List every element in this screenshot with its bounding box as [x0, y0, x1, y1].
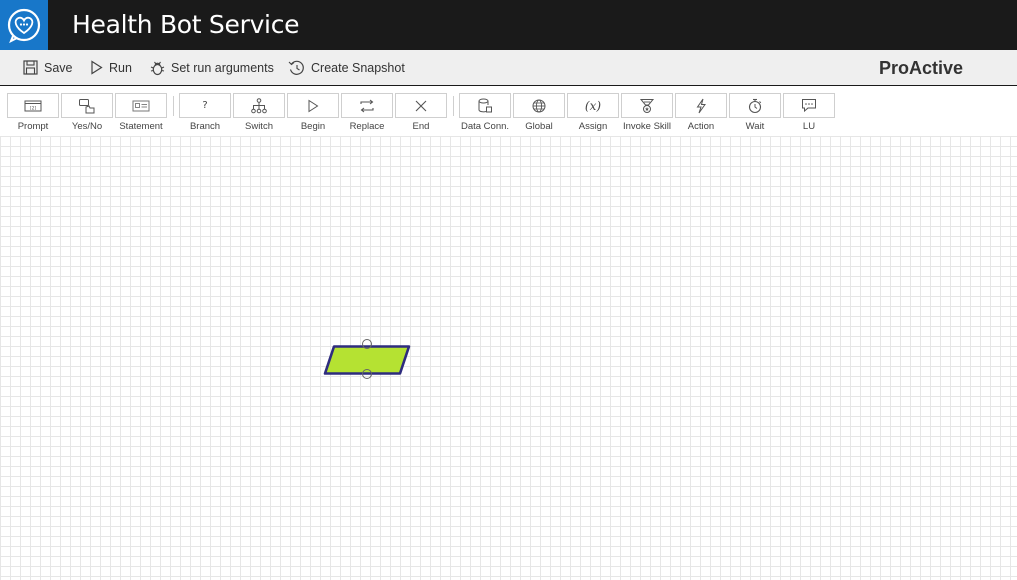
bug-icon — [150, 61, 165, 75]
tool-begin-box — [287, 93, 339, 118]
tool-begin[interactable]: Begin — [287, 93, 339, 132]
tool-statement-box — [115, 93, 167, 118]
lu-icon — [802, 99, 816, 113]
prompt-icon: [2] — [24, 100, 42, 111]
assign-icon: (x) — [584, 98, 602, 113]
run-label: Run — [109, 60, 132, 75]
statement-icon — [132, 100, 150, 111]
tool-yes-no[interactable]: Yes/No — [61, 93, 113, 132]
svg-text:[2]: [2] — [30, 105, 37, 111]
tool-prompt[interactable]: [2] Prompt — [7, 93, 59, 132]
tool-data-connection-box — [459, 93, 511, 118]
flow-node[interactable] — [322, 338, 412, 382]
tool-switch-box — [233, 93, 285, 118]
tool-label: Replace — [349, 121, 385, 132]
tool-global-box — [513, 93, 565, 118]
branch-icon: ? — [202, 100, 208, 111]
heart-chat-icon — [7, 8, 41, 44]
tool-assign[interactable]: (x) Assign — [567, 93, 619, 132]
toolbox-divider — [173, 96, 174, 116]
global-icon — [532, 99, 546, 112]
tool-label: Yes/No — [71, 121, 103, 132]
tool-label: Invoke Skill — [622, 121, 672, 132]
invoke-skill-icon — [639, 98, 655, 113]
begin-icon — [308, 99, 319, 112]
tool-label: Data Conn. — [460, 121, 510, 132]
tool-end[interactable]: End — [395, 93, 447, 132]
tool-lu-box — [783, 93, 835, 118]
tool-label: Action — [687, 121, 715, 132]
snapshot-history-icon — [288, 60, 304, 75]
toolbox-divider — [453, 96, 454, 116]
replace-icon — [360, 99, 374, 112]
tool-label: End — [412, 121, 430, 132]
tool-end-box — [395, 93, 447, 118]
set-run-arguments-label: Set run arguments — [171, 60, 274, 75]
switch-icon — [251, 97, 267, 113]
tool-label: Wait — [745, 121, 765, 132]
tool-global[interactable]: Global — [513, 93, 565, 132]
tool-action[interactable]: Action — [675, 93, 727, 132]
yes-no-icon — [79, 98, 95, 113]
tool-branch[interactable]: ? Branch — [179, 93, 231, 132]
run-button[interactable]: Run — [90, 50, 132, 85]
app-header: Health Bot Service — [0, 0, 1017, 50]
tool-replace-box — [341, 93, 393, 118]
tool-prompt-box: [2] — [7, 93, 59, 118]
flow-name: ProActive — [878, 58, 963, 78]
tool-label: LU — [802, 121, 816, 132]
tool-label: Global — [525, 121, 553, 132]
set-run-arguments-button[interactable]: Set run arguments — [150, 50, 274, 85]
tool-label: Begin — [300, 121, 326, 132]
create-snapshot-button[interactable]: Create Snapshot — [288, 50, 405, 85]
toolbox: [2] Prompt Yes/No Statement ? Branch Swi… — [0, 86, 1017, 136]
tool-label: Assign — [578, 121, 608, 132]
tool-invoke-skill-box — [621, 93, 673, 118]
tool-wait[interactable]: Wait — [729, 93, 781, 132]
tool-action-box — [675, 93, 727, 118]
tool-switch[interactable]: Switch — [233, 93, 285, 132]
save-label: Save — [44, 60, 73, 75]
tool-label: Switch — [245, 121, 273, 132]
data-connection-icon — [478, 98, 492, 112]
tool-branch-box: ? — [179, 93, 231, 118]
tool-statement[interactable]: Statement — [115, 93, 167, 132]
tool-assign-box: (x) — [567, 93, 619, 118]
save-icon — [23, 60, 38, 75]
tool-lu[interactable]: LU — [783, 93, 835, 132]
app-logo[interactable] — [0, 0, 48, 50]
command-bar: Save Run Set run arguments Create Snapsh… — [0, 50, 1017, 86]
end-icon — [415, 100, 427, 111]
tool-yes-no-box — [61, 93, 113, 118]
app-title: Health Bot Service — [72, 10, 300, 39]
create-snapshot-label: Create Snapshot — [311, 60, 405, 75]
save-button[interactable]: Save — [23, 50, 73, 85]
wait-icon — [748, 98, 762, 113]
tool-invoke-skill[interactable]: Invoke Skill — [621, 93, 673, 132]
action-icon — [696, 98, 706, 113]
tool-label: Prompt — [17, 121, 49, 132]
play-icon — [91, 60, 103, 75]
tool-label: Branch — [189, 121, 221, 132]
tool-data-connection[interactable]: Data Conn. — [459, 93, 511, 132]
tool-wait-box — [729, 93, 781, 118]
tool-replace[interactable]: Replace — [341, 93, 393, 132]
tool-label: Statement — [119, 121, 163, 132]
flow-canvas[interactable] — [0, 136, 1017, 580]
